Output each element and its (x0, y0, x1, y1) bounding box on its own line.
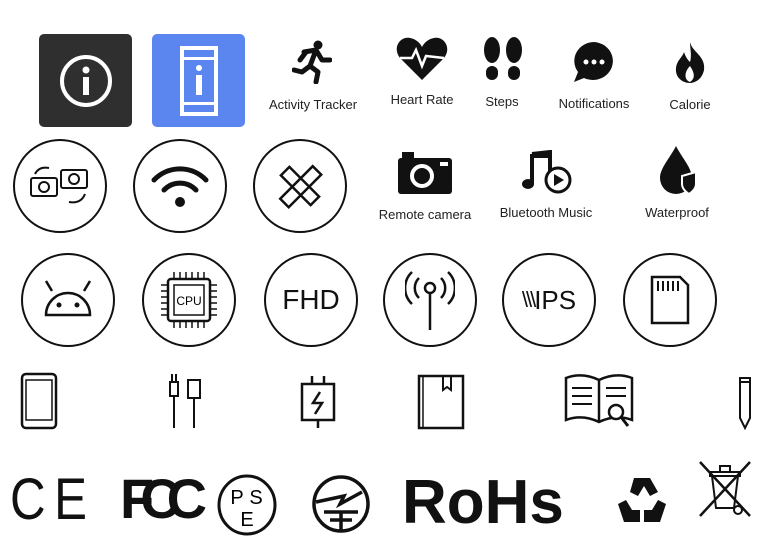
info-circle-icon (59, 54, 112, 107)
android-circle (21, 253, 115, 347)
pencil-ruler-icon (278, 164, 323, 209)
water-drop-shield-icon (660, 146, 697, 196)
ips-lines-icon: \\\ (521, 287, 536, 312)
charger-icon (300, 376, 336, 428)
heart-rate-label: Heart Rate (390, 92, 454, 107)
cpu-circle: CPU (142, 253, 236, 347)
bluetooth-music-label: Bluetooth Music (499, 205, 593, 220)
phone-info-icon (179, 45, 218, 116)
tools-circle (253, 139, 347, 233)
info-dark-tile (39, 34, 132, 127)
open-book-search-icon (564, 374, 634, 427)
waterproof-label: Waterproof (645, 205, 709, 220)
antenna-circle (383, 253, 477, 347)
telec-mark (312, 475, 370, 533)
remote-camera-label: Remote camera (378, 207, 472, 222)
ips-text: IPS (534, 284, 577, 315)
music-play-icon (522, 150, 572, 194)
rohs-mark: RoHs (402, 468, 564, 537)
sd-card-circle (623, 253, 717, 347)
recycle-icon (618, 478, 666, 522)
pse-e: E (240, 509, 253, 531)
cpu-text: CPU (176, 294, 201, 308)
book-icon (417, 374, 465, 430)
pen-icon (739, 377, 751, 430)
pse-p: P (230, 487, 243, 509)
camera-swap-icon (30, 166, 88, 204)
ce-mark: CE (10, 467, 96, 532)
running-person-icon (292, 40, 332, 84)
steps-label: Steps (485, 94, 519, 109)
fhd-circle: FHD (264, 253, 358, 347)
pse-s: S (249, 487, 262, 509)
wifi-circle (133, 139, 227, 233)
flame-icon (675, 42, 705, 83)
phone-icon (20, 372, 58, 430)
usb-cable-icon (169, 374, 201, 428)
heart-pulse-icon (396, 37, 448, 80)
chat-bubble-icon (574, 42, 613, 82)
footprints-icon (484, 37, 522, 80)
signal-antenna-icon (405, 271, 455, 330)
pse-mark: P SE (217, 474, 277, 536)
notifications-label: Notifications (558, 96, 630, 111)
info-blue-tile (152, 34, 245, 127)
sd-card-icon (650, 275, 690, 325)
camera-icon (398, 152, 452, 194)
fhd-text: FHD (282, 284, 340, 315)
activity-tracker-label: Activity Tracker (268, 97, 358, 112)
weee-bin-icon (699, 461, 751, 517)
wifi-icon (151, 166, 209, 207)
camera-swap-circle (13, 139, 107, 233)
calorie-label: Calorie (669, 97, 711, 112)
cpu-icon: CPU (161, 272, 217, 328)
android-icon (44, 280, 92, 317)
fcc-mark: FCC (120, 467, 207, 530)
ips-circle: \\\ IPS (502, 253, 596, 347)
